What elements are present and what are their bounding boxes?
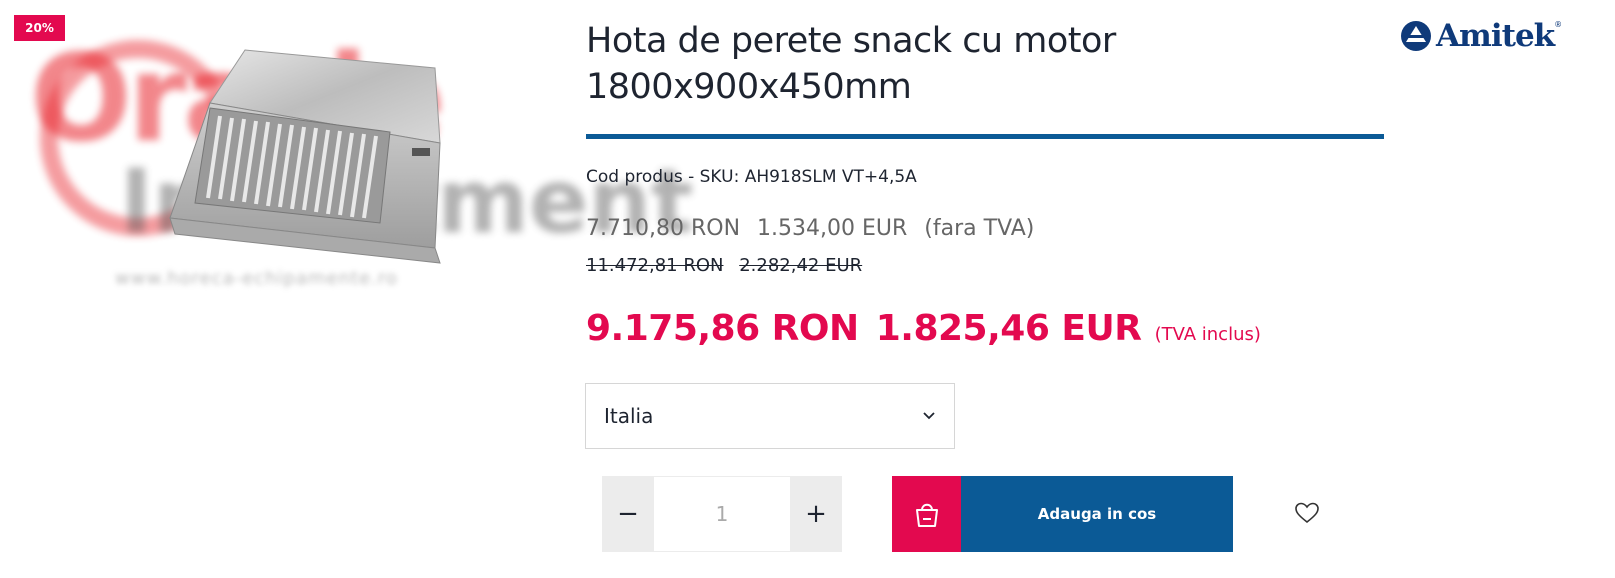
quantity-input[interactable]: 1 [654,476,790,552]
origin-select[interactable]: Italia [585,383,955,449]
price-gross-note: (TVA inclus) [1154,324,1261,345]
price-old-ron: 11.472,81 RON [586,255,724,276]
product-sku: Cod produs - SKU: AH918SLM VT+4,5A [586,167,917,187]
product-title: Hota de perete snack cu motor 1800x900x4… [586,18,1286,110]
origin-select-value: Italia [604,404,654,428]
price-net-ron: 7.710,80 RON [586,216,741,241]
price-old-eur: 2.282,42 EUR [739,255,863,276]
cart-icon-box[interactable] [892,476,961,552]
price-gross-eur: 1.825,46 EUR [875,308,1142,349]
add-to-cart-label[interactable]: Adauga in cos [961,476,1233,552]
product-title-line1: Hota de perete snack cu motor [586,21,1116,61]
price-net-eur: 1.534,00 EUR [757,216,908,241]
chevron-down-icon [923,412,935,420]
quantity-stepper: − 1 + [602,476,842,552]
price-old: 11.472,81 RON 2.282,42 EUR [586,255,872,276]
price-net-note: (fara TVA) [924,216,1035,241]
amitek-logo-icon [1401,21,1431,51]
registered-mark: ® [1554,20,1563,29]
title-divider [586,134,1384,139]
shopping-bag-icon [915,503,938,527]
product-image[interactable]: Oracle Inventment www.horeca-echipamente… [20,20,693,310]
brand-name: Amitek [1436,18,1555,54]
product-title-line2: 1800x900x450mm [586,67,912,107]
price-without-vat: 7.710,80 RON 1.534,00 EUR (fara TVA) [586,216,1034,241]
price-gross-ron: 9.175,86 RON [586,308,859,349]
price-with-vat: 9.175,86 RON 1.825,46 EUR (TVA inclus) [586,308,1261,349]
heart-icon[interactable] [1294,501,1320,525]
add-to-cart-button[interactable]: Adauga in cos [892,476,1233,552]
brand-logo[interactable]: Amitek ® [1400,16,1562,56]
range-hood-image [169,49,441,264]
quantity-decrease-button[interactable]: − [602,476,654,552]
quantity-increase-button[interactable]: + [790,476,842,552]
